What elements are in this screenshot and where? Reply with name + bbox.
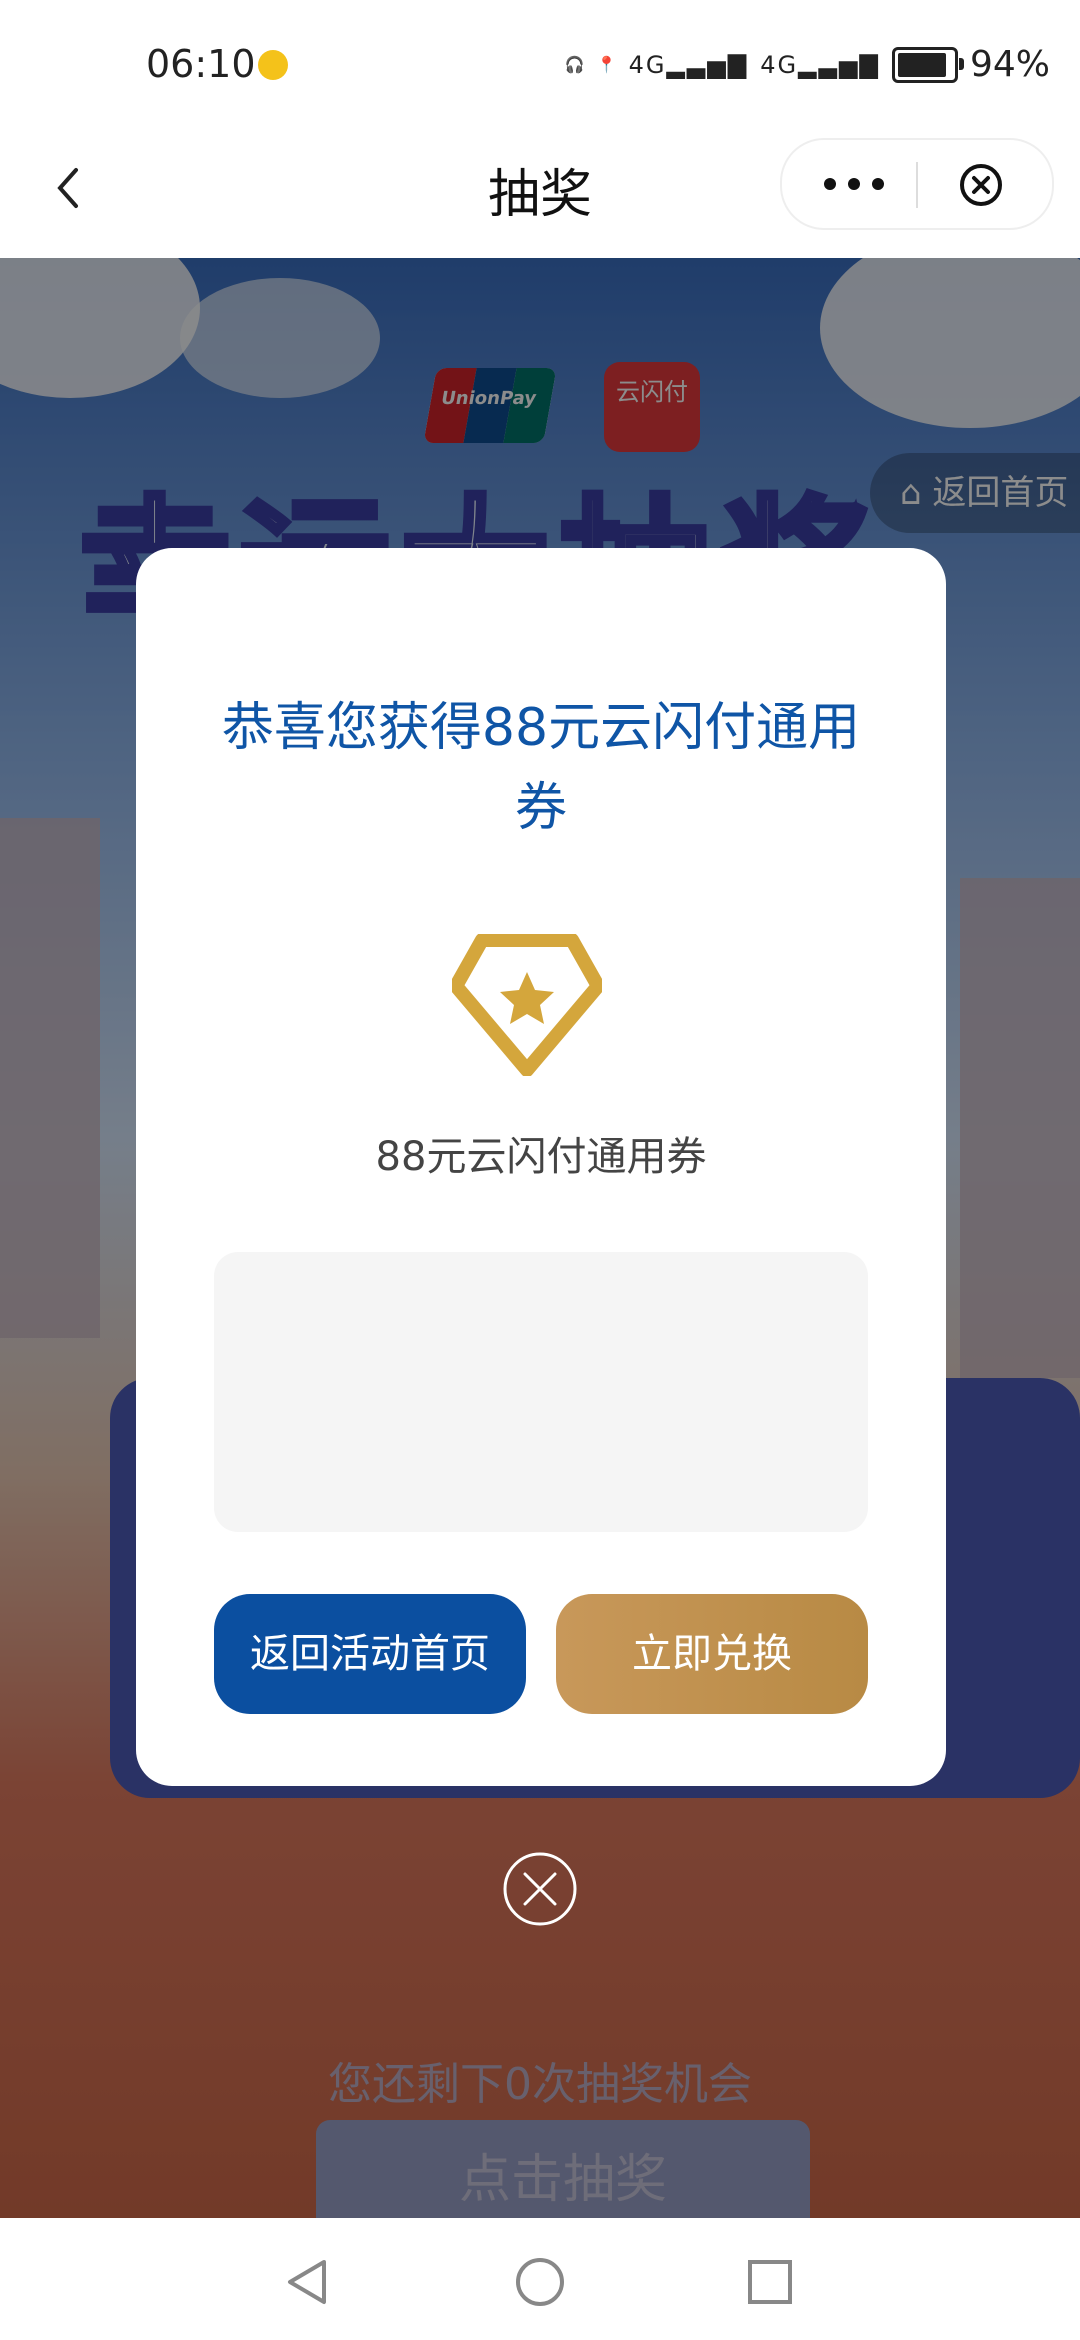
back-to-activity-button[interactable]: 返回活动首页 [214, 1594, 526, 1714]
nav-back-icon[interactable] [282, 2256, 334, 2308]
prize-dialog-title: 恭喜您获得88元云闪付通用券 [221, 698, 861, 838]
close-circle-icon[interactable] [958, 162, 1004, 208]
battery-percent: 94% [969, 44, 1050, 85]
signal-1-icon: 4G▂▃▅▇ [628, 50, 749, 79]
notification-coin-icon [258, 50, 288, 80]
system-nav-bar [0, 2218, 1080, 2340]
battery-icon [891, 46, 964, 83]
more-dots-icon[interactable] [814, 164, 894, 204]
prize-dialog: 恭喜您获得88元云闪付通用券 88元云闪付通用券 返回活动首页 立即兑换 [136, 548, 946, 1786]
diamond-star-icon [452, 934, 602, 1076]
nav-home-icon[interactable] [514, 2256, 566, 2308]
mini-program-capsule [780, 138, 1054, 230]
nav-recents-icon[interactable] [744, 2256, 796, 2308]
status-bar: 06:10 🎧 📍 4G▂▃▅▇ 4G▂▃▅▇ 94% [0, 0, 1080, 130]
capsule-divider [916, 162, 918, 208]
nav-bar: 抽奖 [0, 130, 1080, 259]
location-icon: 📍 [596, 55, 617, 74]
modal-close-icon[interactable] [501, 1850, 579, 1928]
status-icons: 🎧 📍 4G▂▃▅▇ 4G▂▃▅▇ 94% [565, 44, 1050, 85]
status-time: 06:10 [146, 42, 256, 86]
redeem-now-button[interactable]: 立即兑换 [556, 1594, 868, 1714]
coupon-info-box [214, 1252, 868, 1532]
signal-2-icon: 4G▂▃▅▇ [760, 50, 880, 79]
prize-name: 88元云闪付通用券 [375, 1134, 707, 1180]
headphones-icon: 🎧 [564, 55, 585, 74]
